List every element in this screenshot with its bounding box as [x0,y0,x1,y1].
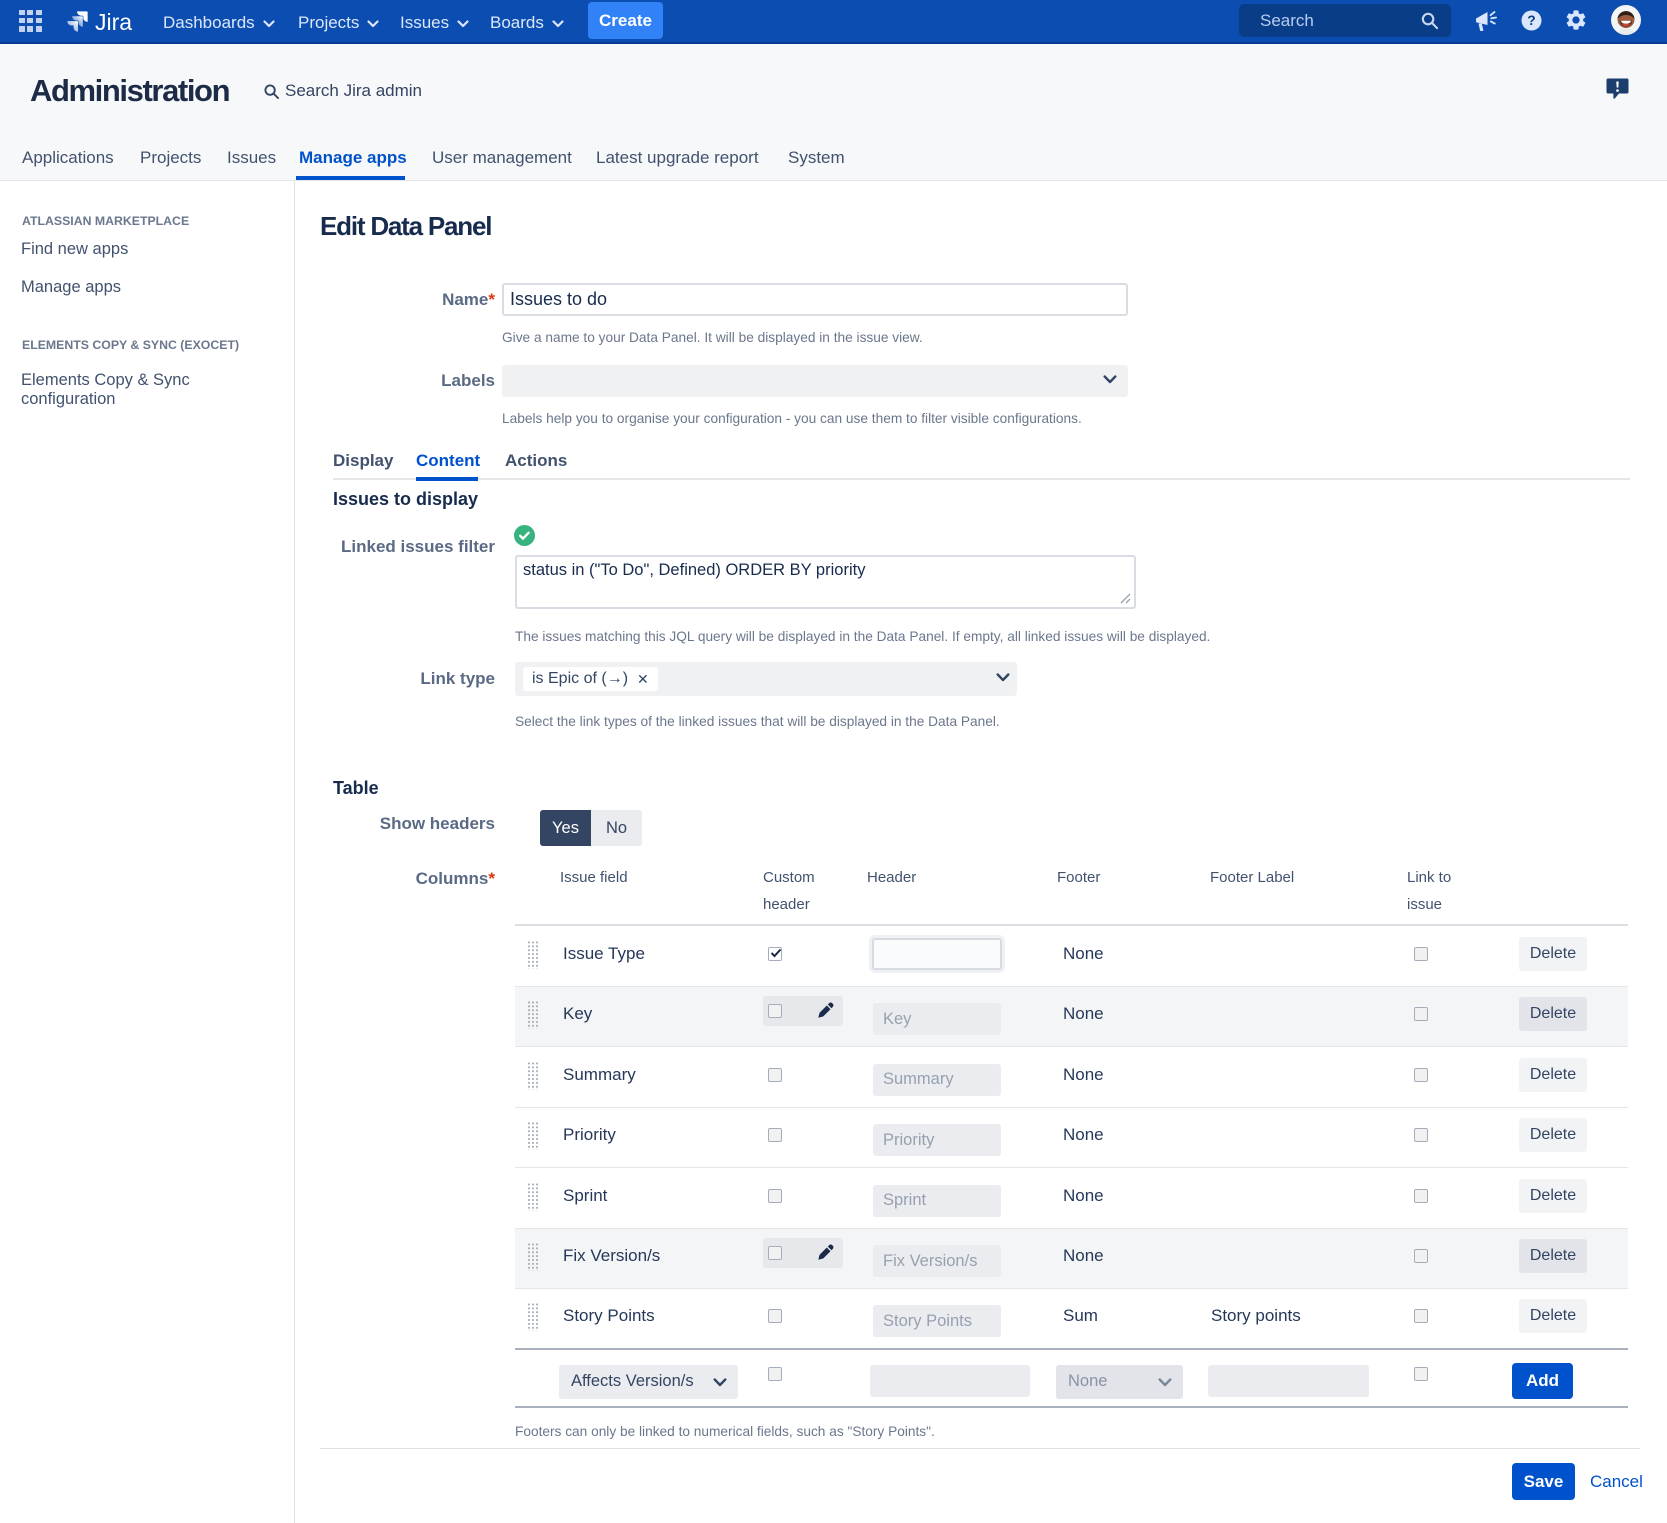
svg-text:?: ? [1527,13,1535,28]
